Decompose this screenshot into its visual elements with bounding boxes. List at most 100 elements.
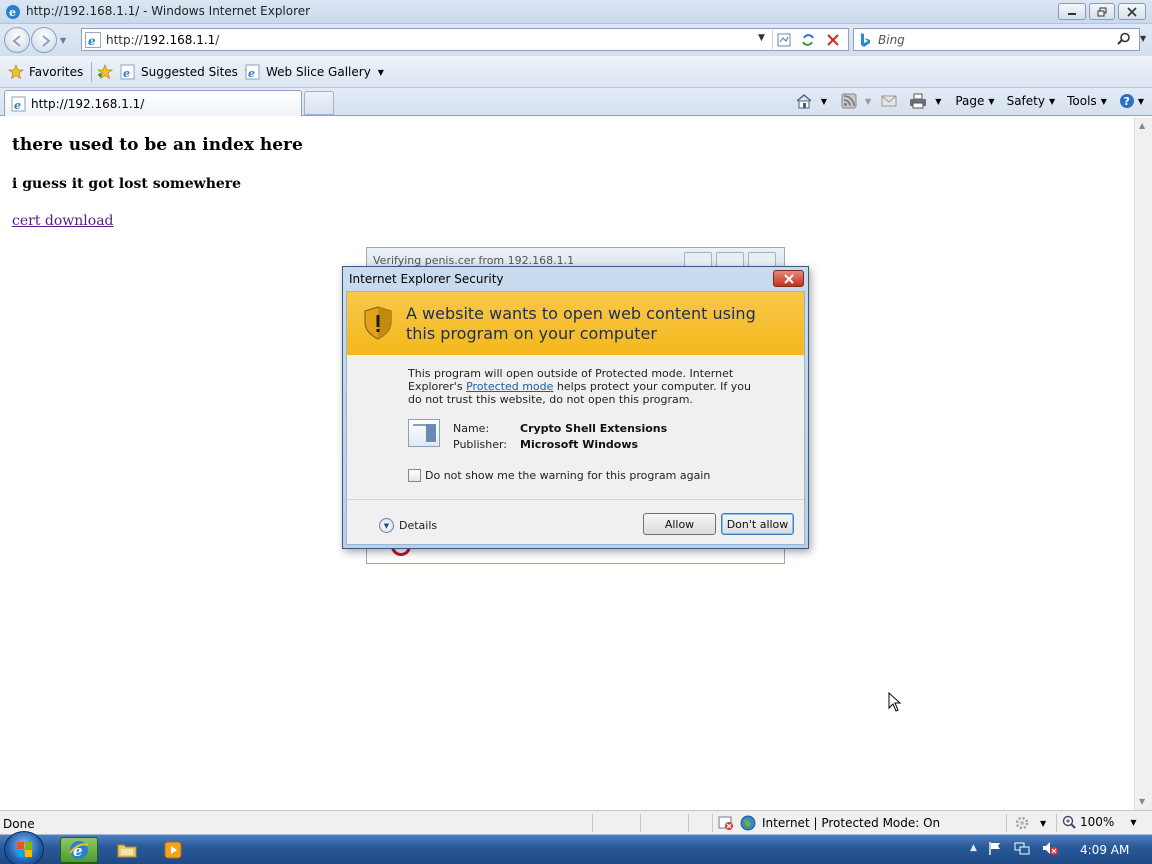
zoom-text: 100% (1080, 815, 1115, 829)
publisher-label: Publisher: (453, 438, 508, 451)
program-publisher: Microsoft Windows (520, 438, 639, 451)
security-dialog-close-button[interactable] (773, 270, 804, 287)
page-menu[interactable]: Page ▼ (955, 94, 994, 108)
dont-show-again-checkbox[interactable] (408, 469, 421, 482)
close-icon (1127, 6, 1137, 17)
add-to-favorites-button[interactable] (96, 64, 114, 80)
compatibility-view-icon[interactable] (776, 32, 792, 48)
taskbar-explorer-button[interactable] (110, 837, 144, 863)
chevron-down-icon: ▼ (820, 96, 828, 106)
security-zone[interactable]: Internet | Protected Mode: On (718, 815, 940, 831)
tools-menu[interactable]: Tools ▼ (1067, 94, 1107, 108)
window-title: http://192.168.1.1/ - Windows Internet E… (26, 4, 311, 18)
page-ie-icon: e (245, 64, 260, 80)
windows-logo-icon (17, 842, 32, 857)
close-window-button[interactable] (1118, 3, 1146, 20)
vertical-scrollbar[interactable]: ▲ ▼ (1134, 117, 1152, 810)
refresh-icon[interactable] (800, 32, 816, 48)
favorites-item-web-slice-gallery[interactable]: e Web Slice Gallery ▼ (245, 64, 384, 80)
maximize-button[interactable] (716, 252, 744, 267)
dont-allow-button[interactable]: Don't allow (721, 513, 794, 535)
address-toolbar: ▼ e http://192.168.1.1/ ▼ Bing ▼ (0, 24, 1152, 56)
minimize-icon (1068, 12, 1076, 15)
printer-icon (910, 93, 927, 109)
chevron-down-icon: ▼ (1130, 817, 1137, 827)
recent-pages-dropdown-icon[interactable]: ▼ (60, 36, 66, 45)
mouse-cursor-icon (888, 691, 904, 717)
dont-show-again-label: Do not show me the warning for this prog… (425, 469, 711, 482)
network-icon[interactable] (1013, 840, 1031, 856)
command-bar: ▼ ▼ ▼ Page ▼ Safety ▼ Tools ▼ ? ▼ (787, 93, 1144, 109)
safety-menu[interactable]: Safety ▼ (1007, 94, 1056, 108)
start-button[interactable] (4, 831, 44, 864)
show-hidden-icons-icon[interactable]: ▲ (970, 843, 977, 853)
search-icon[interactable] (1117, 32, 1131, 49)
status-separator (1006, 814, 1007, 832)
tab-bar: e http://192.168.1.1/ ▼ ▼ ▼ Page ▼ Safety… (0, 88, 1152, 116)
taskbar-ie-button[interactable]: e (60, 837, 98, 863)
restore-button[interactable] (1089, 3, 1115, 20)
new-tab-button[interactable] (304, 91, 334, 115)
rss-feed-icon (841, 93, 857, 109)
add-ons-status[interactable]: ▼ (1014, 815, 1046, 831)
chevron-down-icon: ▼ (935, 96, 942, 106)
minimize-button[interactable] (684, 252, 712, 267)
print-button[interactable]: ▼ (909, 93, 941, 109)
help-icon: ? (1119, 94, 1134, 108)
search-options-dropdown-icon[interactable]: ▼ (1140, 34, 1146, 43)
favorites-item-label: Web Slice Gallery (266, 65, 371, 79)
search-box[interactable]: Bing (853, 28, 1140, 51)
add-favorite-icon (96, 64, 114, 80)
address-dropdown-icon[interactable]: ▼ (758, 33, 765, 43)
internet-globe-icon (740, 815, 756, 831)
svg-text:e: e (9, 6, 16, 19)
favorites-item-suggested-sites[interactable]: e Suggested Sites▼ (120, 64, 251, 80)
cert-download-link[interactable]: cert download (12, 213, 114, 229)
window-controls (1058, 3, 1146, 20)
verifying-dialog-controls (684, 252, 776, 267)
read-mail-button[interactable] (881, 94, 897, 108)
expand-chevron-icon: ▼ (379, 518, 394, 533)
tab-current[interactable]: e http://192.168.1.1/ (4, 90, 302, 116)
zoom-level[interactable]: 100% ▼ (1062, 815, 1136, 829)
taskbar-clock[interactable]: 4:09 AM (1080, 843, 1129, 857)
scroll-down-icon[interactable]: ▼ (1139, 797, 1145, 806)
restore-icon (1097, 7, 1107, 16)
scroll-up-icon[interactable]: ▲ (1139, 121, 1145, 130)
address-bar[interactable]: e http://192.168.1.1/ ▼ (81, 28, 849, 51)
svg-text:e: e (14, 99, 21, 112)
program-info: Name: Publisher: Crypto Shell Extensions… (408, 419, 788, 451)
back-arrow-icon (12, 35, 21, 47)
favorites-button[interactable]: Favorites (8, 64, 83, 80)
window-titlebar: e http://192.168.1.1/ - Windows Internet… (0, 0, 1152, 24)
dont-show-again-row[interactable]: Do not show me the warning for this prog… (408, 469, 710, 482)
dialog-divider (347, 499, 804, 500)
taskbar-media-player-button[interactable] (156, 837, 190, 863)
help-button[interactable]: ? ▼ (1119, 93, 1144, 109)
chevron-down-icon: ▼ (1040, 818, 1047, 828)
details-toggle[interactable]: ▼ Details (379, 518, 437, 533)
status-separator (688, 814, 689, 832)
feeds-button[interactable]: ▼ (841, 93, 871, 109)
chevron-down-icon: ▼ (1048, 96, 1056, 106)
forward-button[interactable] (31, 27, 57, 53)
protected-mode-link[interactable]: Protected mode (466, 380, 553, 393)
close-button[interactable] (748, 252, 776, 267)
folder-icon (117, 844, 137, 858)
allow-button[interactable]: Allow (643, 513, 716, 535)
program-info-labels: Name: Publisher: (453, 421, 507, 453)
svg-text:e: e (123, 67, 130, 80)
chevron-down-icon: ▼ (1100, 96, 1107, 106)
home-button[interactable]: ▼ (795, 93, 827, 109)
minimize-button[interactable] (1058, 3, 1086, 20)
stop-icon[interactable] (825, 32, 841, 48)
warning-banner: A website wants to open web content usin… (347, 292, 804, 355)
name-label: Name: (453, 422, 490, 435)
security-dialog-title: Internet Explorer Security (349, 272, 504, 286)
ie-logo-icon: e (5, 4, 21, 23)
page-menu-label: Page (955, 94, 985, 108)
volume-muted-icon[interactable] (1041, 840, 1059, 856)
favorites-bar: Favorites e Suggested Sites▼ e Web Slice… (0, 56, 1152, 88)
back-button[interactable] (4, 27, 30, 53)
action-center-flag-icon[interactable] (987, 840, 1003, 856)
